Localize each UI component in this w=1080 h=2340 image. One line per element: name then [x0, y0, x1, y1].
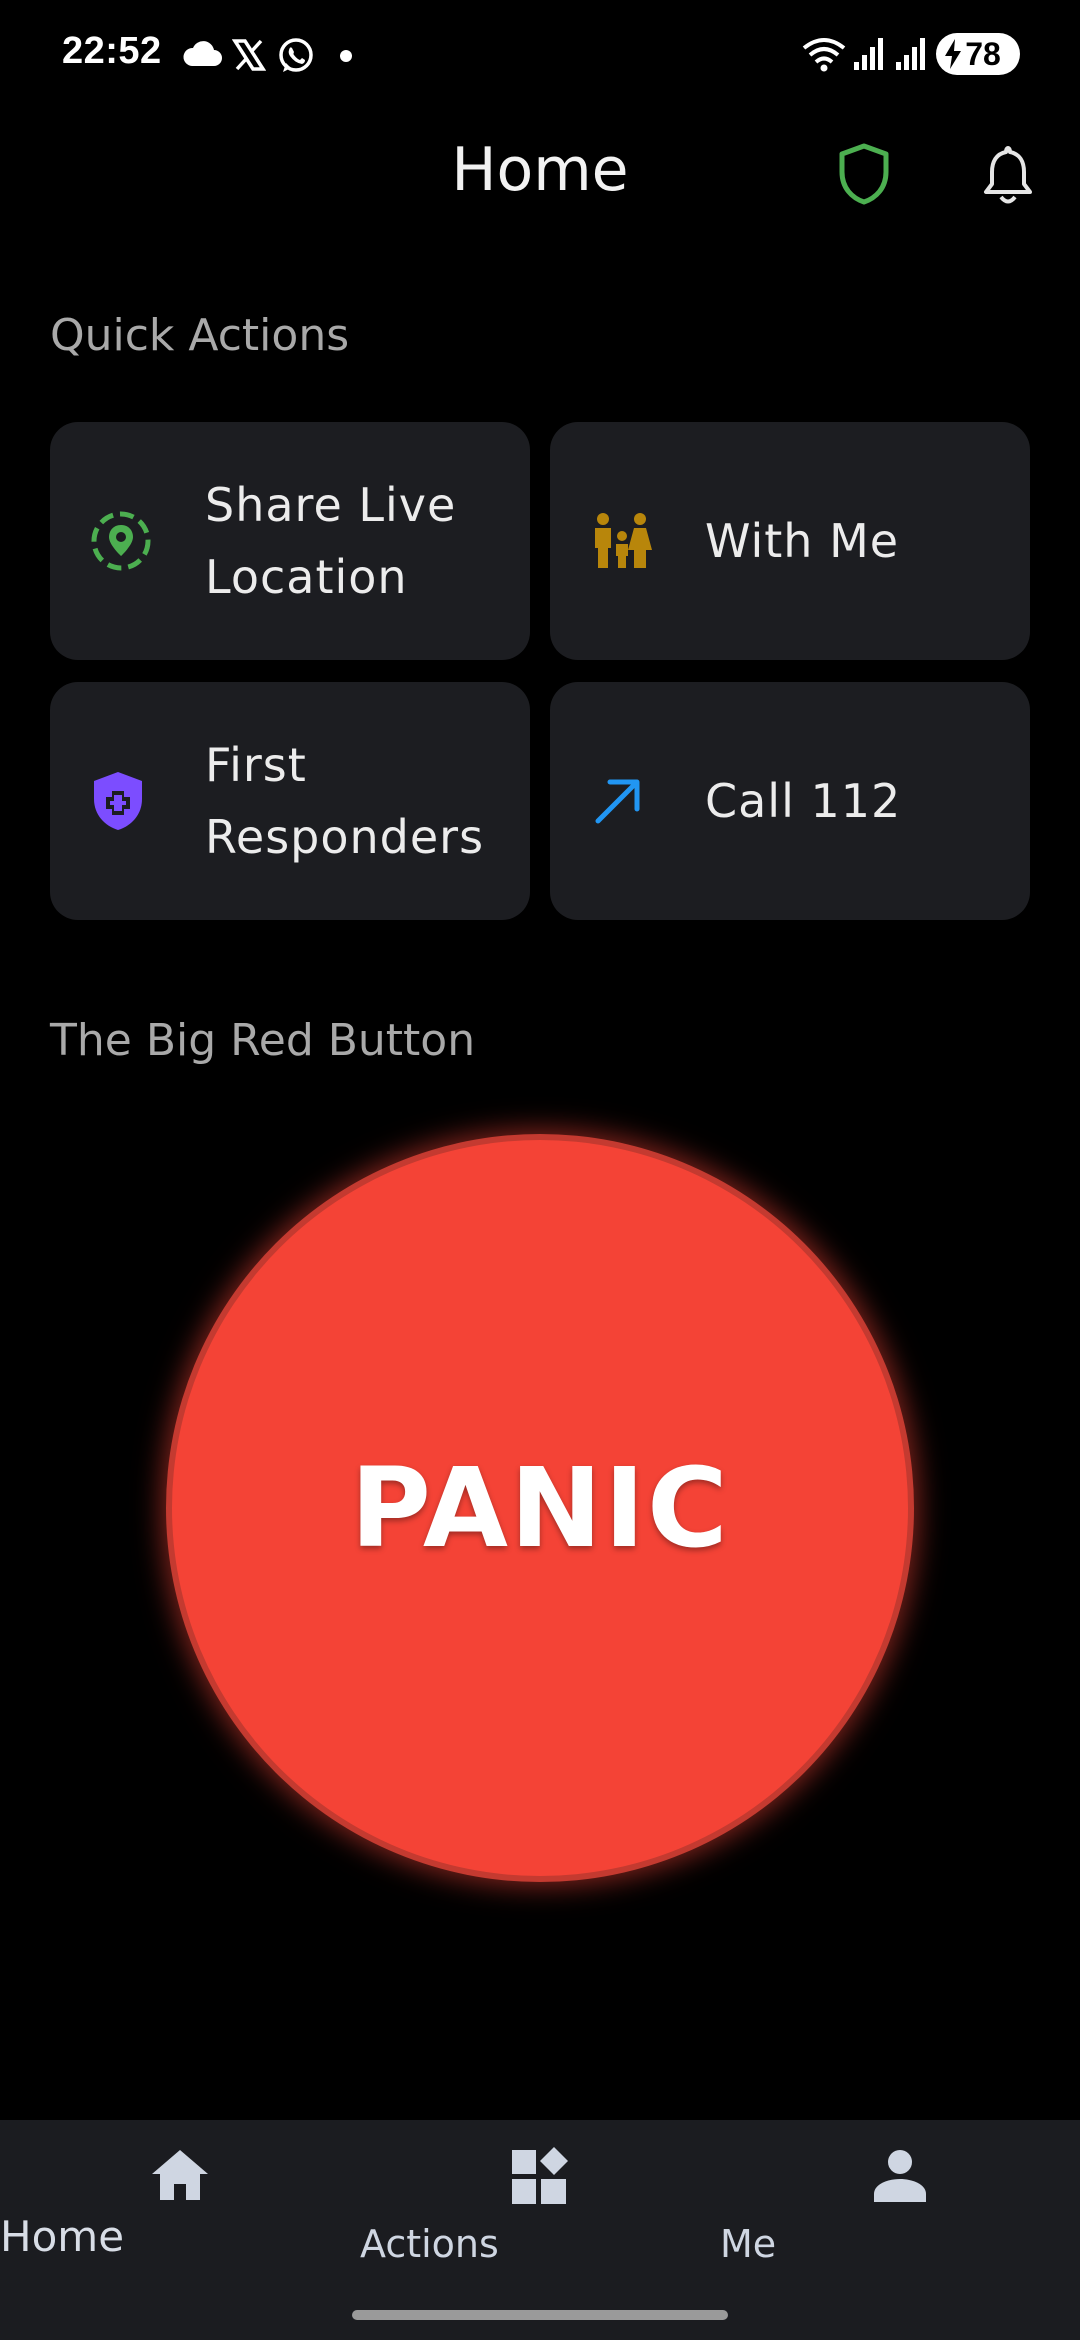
signal-icon: [854, 38, 883, 70]
quick-actions-title: Quick Actions: [50, 310, 350, 361]
card-label: Call 112: [705, 774, 902, 828]
family-icon: [595, 513, 652, 568]
card-label: Share Live Location: [205, 478, 457, 604]
battery-level: 78: [965, 35, 1001, 72]
panic-button[interactable]: PANIC: [172, 1140, 908, 1876]
person-icon: [874, 2150, 926, 2202]
page-title: Home: [451, 135, 629, 205]
panic-section-title: The Big Red Button: [50, 1015, 476, 1066]
x-logo-icon: [232, 39, 266, 71]
wifi-icon: [802, 38, 846, 72]
signal-icon: [896, 38, 925, 70]
share-live-location-card[interactable]: Share Live Location: [50, 422, 530, 660]
with-me-card[interactable]: With Me: [550, 422, 1030, 660]
nav-label-home: Home: [0, 2212, 125, 2261]
notification-dot: [340, 50, 352, 62]
arrow-up-right-icon: [595, 779, 640, 824]
charging-bolt-icon: [945, 39, 961, 69]
shield-icon[interactable]: [836, 142, 892, 206]
first-responders-card[interactable]: First Responders: [50, 682, 530, 920]
panic-label: PANIC: [350, 1444, 730, 1572]
home-indicator: [352, 2310, 728, 2320]
nav-label-actions: Actions: [360, 2222, 499, 2266]
home-icon: [152, 2150, 208, 2200]
call-112-card[interactable]: Call 112: [550, 682, 1030, 920]
status-bar: 22:52 78: [0, 0, 1080, 110]
battery-icon: 78: [936, 33, 1020, 75]
cloud-icon: [183, 41, 222, 66]
location-pin-icon: [91, 511, 151, 571]
nav-label-me: Me: [720, 2222, 777, 2266]
status-time: 22:52: [62, 30, 162, 72]
whatsapp-icon: [279, 38, 313, 72]
dashboard-icon: [512, 2147, 568, 2204]
card-label: With Me: [705, 514, 900, 568]
medical-shield-icon: [94, 772, 142, 830]
bell-icon[interactable]: [980, 144, 1036, 206]
card-label: First Responders: [205, 738, 485, 864]
